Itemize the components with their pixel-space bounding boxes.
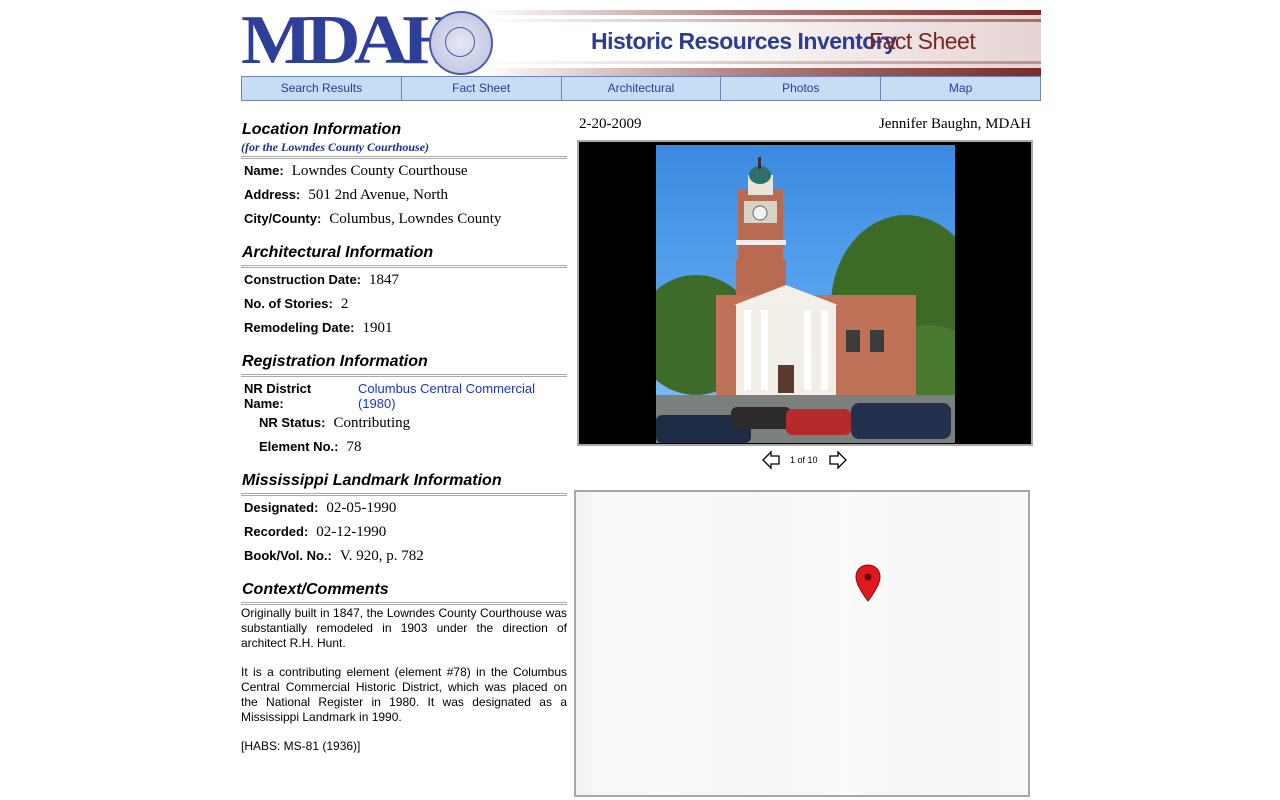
context-paragraph: It is a contributing element (element #7… [241, 665, 567, 724]
nr-district-link[interactable]: Columbus Central Commercial (1980) [358, 381, 558, 411]
divider [241, 374, 567, 377]
photo-caption: 2-20-2009 Jennifer Baughn, MDAH [579, 116, 1031, 133]
banner-stripe [481, 68, 1041, 76]
header-banner: MDAH Historic Resources Inventory Fact S… [241, 10, 1041, 76]
map-canvas[interactable] [592, 492, 1028, 795]
map-marker-icon[interactable] [855, 564, 881, 602]
city-label: City/County: [244, 211, 322, 226]
book-label: Book/Vol. No.: [244, 548, 332, 563]
nav-bar: Search Results Fact Sheet Architectural … [241, 76, 1041, 101]
photo-pager: 1 of 10 [761, 450, 861, 470]
banner-stripe [481, 61, 1041, 64]
courthouse-illustration [656, 157, 955, 443]
element-value: 78 [346, 439, 362, 455]
context-paragraph: Originally built in 1847, the Lowndes Co… [241, 606, 567, 650]
context-heading: Context/Comments [242, 581, 389, 598]
nr-status-value: Contributing [333, 415, 411, 431]
landmark-heading: Mississippi Landmark Information [242, 472, 502, 489]
nr-status-label: NR Status: [259, 415, 326, 430]
book-row: Book/Vol. No.: V. 920, p. 782 [241, 548, 567, 572]
nr-status-row: NR Status: Contributing [241, 415, 567, 439]
photo-credit: Jennifer Baughn, MDAH [878, 116, 1031, 132]
divider [241, 602, 567, 605]
name-value: Lowndes County Courthouse [291, 163, 468, 179]
photo-counter: 1 of 10 [790, 455, 818, 465]
construction-value: 1847 [369, 272, 399, 288]
courthouse-photo [656, 145, 955, 443]
location-map[interactable] [574, 490, 1030, 797]
tab-map[interactable]: Map [881, 76, 1041, 101]
designated-value: 02-05-1990 [326, 500, 397, 516]
previous-arrow-icon[interactable] [761, 450, 781, 470]
book-value: V. 920, p. 782 [339, 548, 424, 564]
page-title: Historic Resources Inventory [591, 28, 897, 54]
designated-row: Designated: 02-05-1990 [241, 500, 567, 524]
photo-frame [577, 140, 1033, 446]
info-column: Location Information (for the Lowndes Co… [241, 120, 567, 768]
page-subtitle: Fact Sheet [869, 28, 976, 54]
name-row: Name: Lowndes County Courthouse [241, 163, 567, 187]
name-label: Name: [244, 163, 284, 178]
location-heading: Location Information [242, 121, 402, 138]
city-value: Columbus, Lowndes County [329, 211, 502, 227]
remodel-row: Remodeling Date: 1901 [241, 320, 567, 344]
recorded-label: Recorded: [244, 524, 309, 539]
recorded-row: Recorded: 02-12-1990 [241, 524, 567, 548]
tab-architectural[interactable]: Architectural [561, 76, 722, 101]
habs-reference: [HABS: MS-81 (1936)] [241, 739, 361, 753]
tab-photos[interactable]: Photos [721, 76, 882, 101]
state-seal-icon [429, 11, 493, 75]
remodel-value: 1901 [362, 320, 393, 336]
stories-value: 2 [340, 296, 349, 312]
divider [241, 493, 567, 496]
photo-date: 2-20-2009 [579, 116, 642, 132]
nr-district-row: NR District Name: Columbus Central Comme… [241, 381, 567, 411]
mdah-logo: MDAH [241, 10, 461, 76]
tab-search-results[interactable]: Search Results [241, 76, 402, 101]
address-row: Address: 501 2nd Avenue, North [241, 187, 567, 211]
page: MDAH Historic Resources Inventory Fact S… [241, 0, 1041, 800]
designated-label: Designated: [244, 500, 319, 515]
city-row: City/County: Columbus, Lowndes County [241, 211, 567, 235]
address-label: Address: [244, 187, 301, 202]
next-arrow-icon[interactable] [828, 450, 848, 470]
banner-stripe [481, 10, 1041, 15]
remodel-label: Remodeling Date: [244, 320, 355, 335]
registration-heading: Registration Information [242, 353, 428, 370]
divider [241, 156, 567, 159]
tab-fact-sheet[interactable]: Fact Sheet [401, 76, 562, 101]
element-label: Element No.: [259, 439, 339, 454]
stories-row: No. of Stories: 2 [241, 296, 567, 320]
location-subheading: (for the Lowndes County Courthouse) [241, 140, 430, 154]
construction-row: Construction Date: 1847 [241, 272, 567, 296]
banner-stripe [481, 19, 1041, 22]
nr-district-label: NR District Name: [244, 381, 312, 411]
stories-label: No. of Stories: [244, 296, 333, 311]
divider [241, 265, 567, 268]
address-value: 501 2nd Avenue, North [308, 187, 449, 203]
construction-label: Construction Date: [244, 272, 361, 287]
element-row: Element No.: 78 [241, 439, 567, 463]
recorded-value: 02-12-1990 [316, 524, 387, 540]
architectural-heading: Architectural Information [242, 244, 434, 261]
